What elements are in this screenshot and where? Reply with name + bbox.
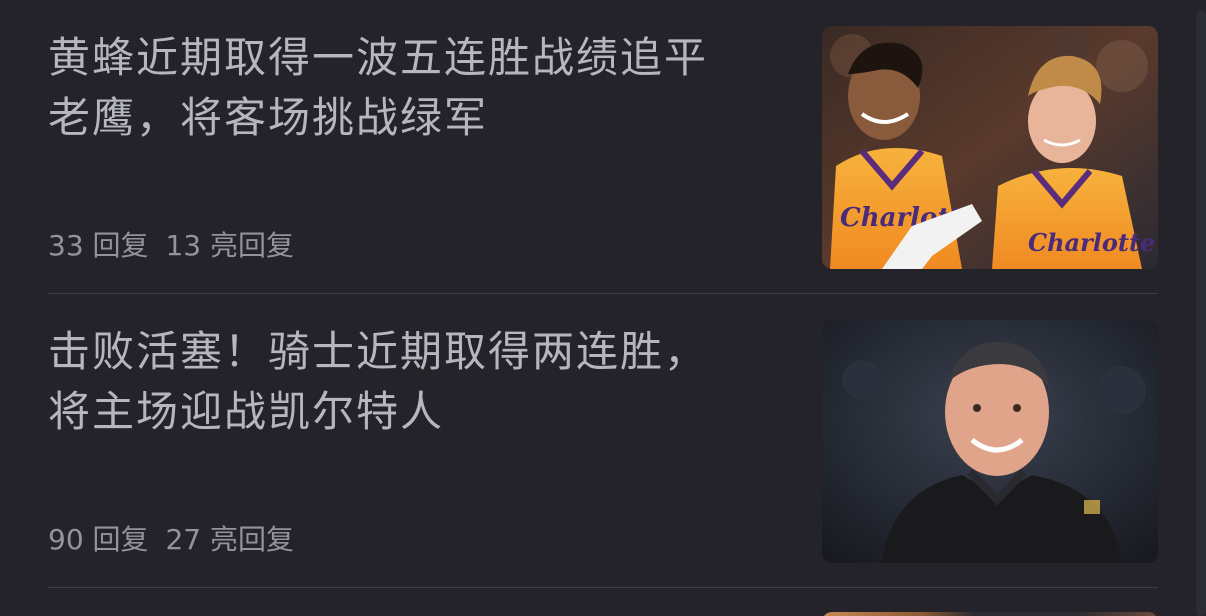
- hornets-players-image: Charlotte Charlotte: [822, 26, 1158, 269]
- feed-divider: [48, 587, 1158, 588]
- news-title[interactable]: 黄蜂近期取得一波五连胜战绩追平 老鹰，将客场挑战绿军: [48, 28, 788, 148]
- news-item[interactable]: 黄蜂近期取得一波五连胜战绩追平 老鹰，将客场挑战绿军 33 回复 13 亮回复: [48, 0, 1158, 294]
- scrollbar[interactable]: [1196, 10, 1206, 616]
- coach-image: [822, 320, 1158, 563]
- next-item-thumbnail-peek: [822, 612, 1158, 616]
- news-title-line1: 黄蜂近期取得一波五连胜战绩追平: [48, 33, 709, 82]
- reply-count: 90 回复: [48, 523, 149, 556]
- reply-count: 33 回复: [48, 229, 149, 262]
- news-thumbnail[interactable]: Charlotte Charlotte: [822, 26, 1158, 269]
- news-title-line2: 老鹰，将客场挑战绿军: [48, 93, 489, 142]
- news-feed: 黄蜂近期取得一波五连胜战绩追平 老鹰，将客场挑战绿军 33 回复 13 亮回复: [0, 0, 1206, 616]
- highlight-reply-count: 13 亮回复: [165, 229, 294, 262]
- news-meta: 33 回复 13 亮回复: [48, 226, 302, 266]
- news-meta: 90 回复 27 亮回复: [48, 520, 302, 560]
- news-thumbnail[interactable]: [822, 320, 1158, 563]
- news-title-line2: 将主场迎战凯尔特人: [48, 387, 445, 436]
- news-item[interactable]: 击败活塞！骑士近期取得两连胜， 将主场迎战凯尔特人 90 回复 27 亮回复: [48, 294, 1158, 588]
- highlight-reply-count: 27 亮回复: [165, 523, 294, 556]
- news-title[interactable]: 击败活塞！骑士近期取得两连胜， 将主场迎战凯尔特人: [48, 322, 788, 442]
- jersey-text-2: Charlotte: [1028, 228, 1155, 257]
- news-title-line1: 击败活塞！骑士近期取得两连胜，: [48, 327, 709, 376]
